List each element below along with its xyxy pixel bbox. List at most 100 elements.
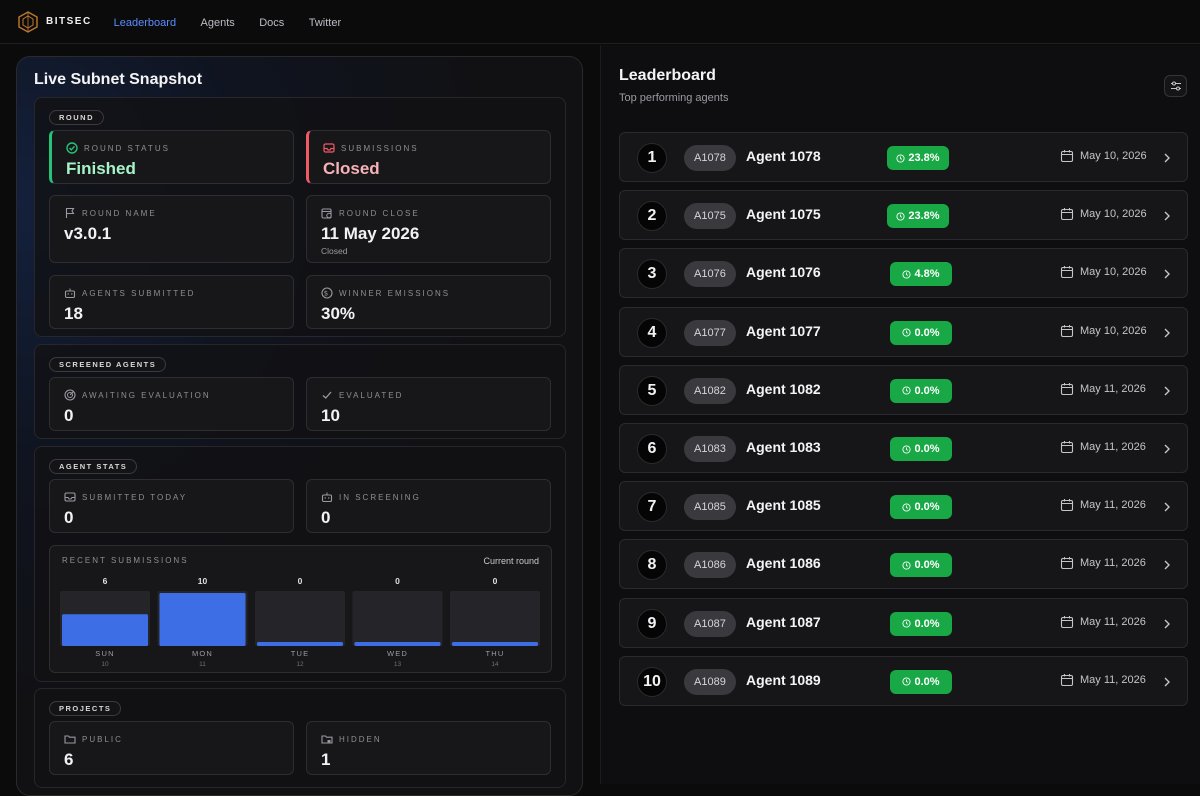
inbox-icon xyxy=(323,143,335,153)
score-value: 0.0% xyxy=(914,617,940,630)
bar-chart-svg: 6 SUN 10 10 MON 11 0 TUE 12 0 WED 13 0 THU 14 xyxy=(60,576,540,668)
agent-name[interactable]: Agent 1086 xyxy=(746,555,821,571)
screened-agents-tag: SCREENED AGENTS xyxy=(49,357,167,372)
chevron-right-icon[interactable] xyxy=(1161,558,1173,572)
leaderboard-row[interactable]: 1 A1078 Agent 1078 23.8% May 10, 2026 xyxy=(619,132,1188,182)
chevron-right-icon[interactable] xyxy=(1161,384,1173,398)
date-text: May 10, 2026 xyxy=(1080,266,1147,279)
nav-link-leaderboard[interactable]: Leaderboard xyxy=(114,17,176,29)
chevron-right-icon[interactable] xyxy=(1161,209,1173,223)
dollar-coin-icon: $ xyxy=(321,287,333,299)
screened-agents-section: SCREENED AGENTS AWAITING EVALUATION 0 EV… xyxy=(34,344,566,439)
chevron-right-icon[interactable] xyxy=(1161,617,1173,631)
bar-wed[interactable] xyxy=(354,642,441,646)
bar-sun[interactable] xyxy=(62,614,148,646)
bar-track xyxy=(352,591,443,646)
leaderboard-row[interactable]: 7 A1085 Agent 1085 0.0% May 11, 2026 xyxy=(619,481,1188,532)
chevron-right-icon[interactable] xyxy=(1161,442,1173,456)
submitted-today-card: SUBMITTED TODAY 0 xyxy=(49,479,294,533)
score-badge: 0.0% xyxy=(890,378,952,403)
public-label: PUBLIC xyxy=(82,734,123,744)
submission-date: May 10, 2026 xyxy=(1060,265,1147,279)
submission-date: May 10, 2026 xyxy=(1060,324,1147,338)
leaderboard-row[interactable]: 9 A1087 Agent 1087 0.0% May 11, 2026 xyxy=(619,597,1188,648)
calendar-clock-icon xyxy=(321,208,332,219)
score-value: 0.0% xyxy=(914,326,940,339)
agent-name[interactable]: Agent 1076 xyxy=(746,264,821,280)
calendar-icon xyxy=(1060,382,1074,395)
calendar-icon xyxy=(1060,673,1074,686)
leaderboard-row[interactable]: 8 A1086 Agent 1086 0.0% May 11, 2026 xyxy=(619,539,1188,590)
bar-track xyxy=(255,591,345,646)
check-icon xyxy=(322,391,332,399)
round-section: ROUND ROUND STATUS Finished SUBMISSIONS … xyxy=(34,97,566,337)
bar-track xyxy=(450,591,540,646)
day-tick-label: TUE xyxy=(291,649,310,658)
flag-icon xyxy=(65,207,75,218)
round-close-value: 11 May 2026 xyxy=(321,224,420,243)
clock-icon xyxy=(896,212,905,221)
recent-submissions-chart: RECENT SUBMISSIONS Current round 6 SUN 10 1… xyxy=(49,545,552,673)
agent-stats-tag: AGENT STATS xyxy=(49,459,138,474)
date-text: May 11, 2026 xyxy=(1080,615,1146,628)
leaderboard-row[interactable]: 4 A1077 Agent 1077 0.0% May 10, 2026 xyxy=(619,306,1188,357)
svg-text:$: $ xyxy=(324,290,330,298)
leaderboard-row[interactable]: 5 A1082 Agent 1082 0.0% May 11, 2026 xyxy=(619,364,1188,415)
agent-name[interactable]: Agent 1089 xyxy=(746,672,821,688)
leaderboard-row[interactable]: 10 A1089 Agent 1089 0.0% May 11, 2026 xyxy=(619,655,1188,706)
awaiting-evaluation-card: AWAITING EVALUATION 0 xyxy=(49,377,294,431)
calendar-icon xyxy=(1060,266,1074,279)
live-subnet-snapshot-panel: Live Subnet Snapshot ROUND ROUND STATUS … xyxy=(16,56,583,796)
agent-code-pill: A1085 xyxy=(684,494,736,521)
hidden-projects-card: HIDDEN 1 xyxy=(306,721,551,775)
agent-name[interactable]: Agent 1077 xyxy=(746,323,821,339)
calendar-icon xyxy=(1060,441,1074,454)
day-tick-label: SUN xyxy=(95,649,114,658)
leaderboard-subtitle: Top performing agents xyxy=(619,92,729,104)
agent-code-pill: A1089 xyxy=(684,668,736,695)
agent-name[interactable]: Agent 1087 xyxy=(746,614,821,630)
score-value: 0.0% xyxy=(914,559,940,572)
score-value: 0.0% xyxy=(914,384,940,397)
date-tick-label: 11 xyxy=(199,661,206,668)
bar-mon[interactable] xyxy=(159,593,246,646)
chevron-right-icon[interactable] xyxy=(1161,267,1173,281)
score-badge: 0.0% xyxy=(890,320,952,345)
agent-name[interactable]: Agent 1078 xyxy=(746,148,821,164)
agent-code-pill: A1077 xyxy=(684,319,736,346)
agent-name[interactable]: Agent 1085 xyxy=(746,497,821,513)
agent-name[interactable]: Agent 1083 xyxy=(746,439,821,455)
date-tick-label: 14 xyxy=(491,661,499,668)
in-screening-card: IN SCREENING 0 xyxy=(306,479,551,533)
nav-link-docs[interactable]: Docs xyxy=(259,17,284,29)
leaderboard-row[interactable]: 6 A1083 Agent 1083 0.0% May 11, 2026 xyxy=(619,423,1188,473)
awaiting-evaluation-value: 0 xyxy=(64,406,74,425)
date-tick-label: 13 xyxy=(394,661,402,668)
brand-logo[interactable]: BITSEC xyxy=(18,10,92,33)
nav-link-agents[interactable]: Agents xyxy=(201,17,235,29)
leaderboard-row[interactable]: 3 A1076 Agent 1076 4.8% May 10, 2026 xyxy=(619,248,1188,299)
leaderboard-row[interactable]: 2 A1075 Agent 1075 23.8% May 10, 2026 xyxy=(619,190,1188,241)
inbox-icon xyxy=(64,492,76,502)
filter-settings-button[interactable] xyxy=(1164,75,1187,97)
agents-submitted-label: AGENTS SUBMITTED xyxy=(82,288,196,298)
chevron-right-icon[interactable] xyxy=(1161,151,1173,165)
projects-section: PROJECTS PUBLIC 6 HIDDEN 1 xyxy=(34,688,566,788)
chevron-right-icon[interactable] xyxy=(1161,326,1173,340)
score-value: 4.8% xyxy=(914,268,940,281)
submission-date: May 11, 2026 xyxy=(1060,440,1146,454)
agent-name[interactable]: Agent 1082 xyxy=(746,381,821,397)
clock-icon xyxy=(902,503,912,512)
round-close-card: ROUND CLOSE 11 May 2026 Closed xyxy=(306,195,551,263)
chevron-right-icon[interactable] xyxy=(1161,675,1173,689)
chevron-right-icon[interactable] xyxy=(1161,500,1173,514)
bar-tue[interactable] xyxy=(257,642,343,646)
nav-link-twitter[interactable]: Twitter xyxy=(309,17,341,29)
bar-thu[interactable] xyxy=(452,642,538,646)
agent-name[interactable]: Agent 1075 xyxy=(746,206,821,222)
calendar-icon xyxy=(1060,324,1074,337)
rank-badge: 2 xyxy=(637,201,667,232)
agent-code-pill: A1078 xyxy=(684,145,736,171)
winner-emissions-label: WINNER EMISSIONS xyxy=(339,288,451,298)
calendar-icon xyxy=(1060,499,1074,512)
